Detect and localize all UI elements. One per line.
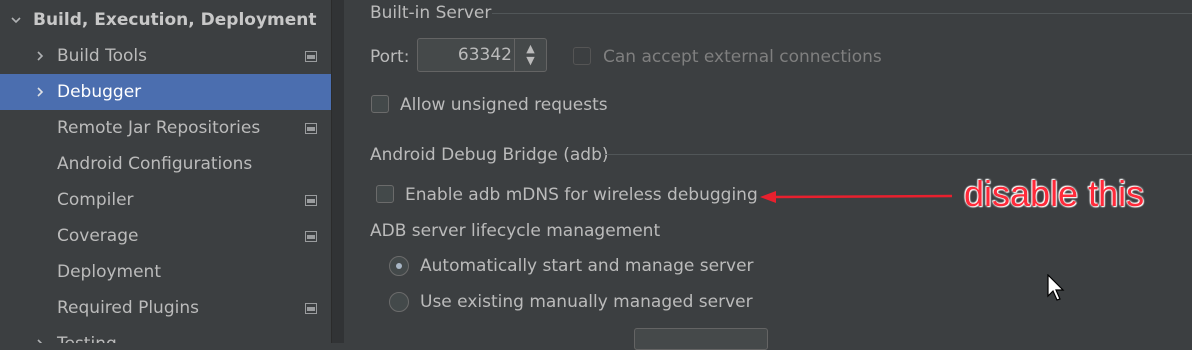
radio-selected-dot [396, 263, 402, 269]
tree-node-debugger[interactable]: Debugger [0, 74, 331, 110]
tree-node-label: Build, Execution, Deployment [33, 10, 317, 30]
spinner-down-icon[interactable]: ▼ [526, 55, 534, 67]
tree-node-deployment[interactable]: Deployment [0, 254, 331, 290]
unsigned-requests-label: Allow unsigned requests [400, 95, 608, 115]
section-separator [604, 154, 1192, 155]
adb-port-spinner[interactable] [634, 328, 768, 350]
adb-mdns-checkbox[interactable] [376, 185, 394, 203]
unsigned-requests-checkbox[interactable] [371, 95, 389, 113]
existing-server-label: Use existing manually managed server [420, 292, 753, 312]
tree-node-label: Build Tools [57, 46, 147, 66]
tree-node-label: Debugger [57, 82, 142, 102]
chevron-right-icon[interactable] [30, 46, 50, 66]
tree-node-label: Remote Jar Repositories [57, 118, 261, 138]
tree-node-build-execution-deployment[interactable]: Build, Execution, Deployment [0, 2, 331, 38]
annotation-text: disable this [964, 173, 1145, 214]
existing-server-radio[interactable] [389, 292, 409, 312]
project-level-icon [305, 50, 317, 62]
section-separator [492, 13, 1192, 14]
tree-node-label: Required Plugins [57, 298, 199, 318]
chevron-right-icon[interactable] [30, 82, 50, 102]
tree-node-label: Deployment [57, 262, 161, 282]
project-level-icon [305, 230, 317, 242]
adb-mdns-label: Enable adb mDNS for wireless debugging [405, 185, 758, 205]
tree-node-label: Compiler [57, 190, 134, 210]
section-title-builtin-server: Built-in Server [370, 3, 492, 23]
port-label: Port: [370, 47, 410, 67]
tree-node-label: Testing [57, 334, 117, 343]
sidebar-splitter[interactable] [331, 0, 344, 343]
external-connections-checkbox[interactable] [573, 47, 591, 65]
annotation-arrow [760, 191, 953, 203]
tree-node-remote-jar-repositories[interactable]: Remote Jar Repositories [0, 110, 331, 146]
tree-node-android-configurations[interactable]: Android Configurations [0, 146, 331, 182]
tree-node-required-plugins[interactable]: Required Plugins [0, 290, 331, 326]
project-level-icon [305, 302, 317, 314]
project-level-icon [305, 122, 317, 134]
chevron-down-icon[interactable] [6, 10, 26, 30]
spinner-buttons[interactable]: ▲ ▼ [514, 39, 546, 71]
auto-start-radio[interactable] [389, 256, 409, 276]
auto-start-label: Automatically start and manage server [420, 256, 754, 276]
chevron-right-icon[interactable] [30, 334, 50, 343]
tree-node-label: Coverage [57, 226, 139, 246]
mouse-cursor-icon [1047, 274, 1065, 301]
project-level-icon [305, 194, 317, 206]
tree-node-coverage[interactable]: Coverage [0, 218, 331, 254]
tree-node-compiler[interactable]: Compiler [0, 182, 331, 218]
section-title-adb: Android Debug Bridge (adb) [370, 145, 609, 165]
adb-lifecycle-label: ADB server lifecycle management [370, 221, 661, 241]
tree-node-build-tools[interactable]: Build Tools [0, 38, 331, 74]
port-spinner[interactable]: 63342 ▲ ▼ [417, 38, 547, 72]
port-value[interactable]: 63342 [458, 45, 512, 65]
tree-node-label: Android Configurations [57, 154, 253, 174]
tree-node-testing[interactable]: Testing [0, 326, 331, 343]
debugger-settings-panel: Built-in Server Port: 63342 ▲ ▼ Can acce… [344, 0, 1192, 350]
external-connections-label: Can accept external connections [603, 47, 882, 67]
settings-sidebar: Build, Execution, Deployment Build Tools… [0, 0, 331, 343]
